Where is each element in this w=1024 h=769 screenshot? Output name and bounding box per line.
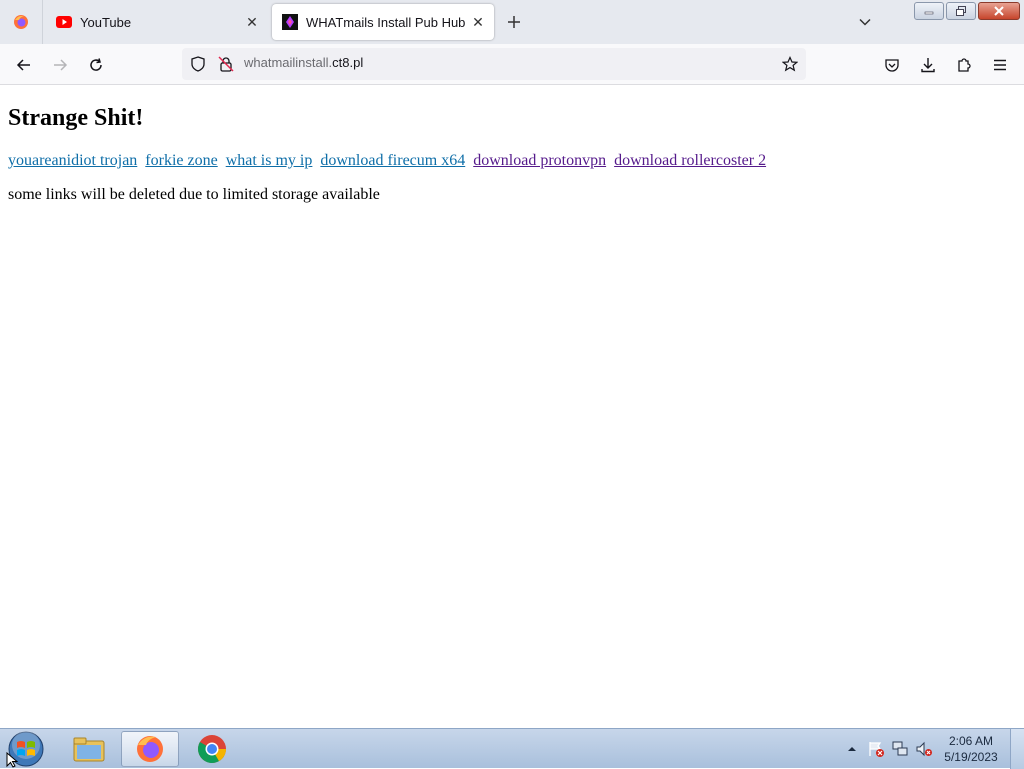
plus-icon: [508, 16, 520, 28]
link-list: youareanidiot trojan forkie zone what is…: [8, 152, 770, 170]
site-favicon-icon: [282, 14, 298, 30]
taskbar-explorer[interactable]: [60, 731, 118, 767]
pocket-button[interactable]: [877, 50, 907, 80]
back-button[interactable]: [9, 50, 39, 80]
reload-button[interactable]: [81, 50, 111, 80]
url-domain: ct8.pl: [332, 55, 364, 70]
network-tray[interactable]: [888, 737, 912, 761]
minimize-button[interactable]: [914, 2, 944, 20]
list-all-tabs-button[interactable]: [854, 11, 876, 33]
volume-tray[interactable]: [912, 737, 936, 761]
clock-time: 2:06 AM: [948, 734, 994, 748]
link-download-firecum[interactable]: download firecum x64: [320, 152, 465, 169]
system-tray: 2:06 AM 5/19/2023: [840, 729, 1024, 769]
link-download-rollercoster[interactable]: download rollercoster 2: [614, 152, 766, 169]
link-what-is-my-ip[interactable]: what is my ip: [226, 152, 313, 169]
chevron-up-icon: [848, 747, 856, 751]
system-clock[interactable]: 2:06 AM 5/19/2023: [936, 733, 1006, 765]
restore-button[interactable]: [946, 2, 976, 20]
shield-icon: [191, 56, 205, 72]
pocket-icon: [885, 59, 899, 72]
show-desktop-button[interactable]: [1010, 729, 1024, 769]
mouse-cursor-icon: [6, 752, 18, 768]
volume-muted-icon: [916, 741, 932, 757]
page-title: Strange Shit!: [8, 105, 144, 131]
clock-date: 5/19/2023: [944, 750, 998, 764]
star-icon: [782, 56, 798, 72]
link-youareanidiot-trojan[interactable]: youareanidiot trojan: [8, 152, 137, 169]
chevron-down-icon: [859, 18, 871, 26]
forward-button[interactable]: [45, 50, 75, 80]
minimize-icon: [924, 11, 934, 15]
app-menu-button[interactable]: [985, 50, 1015, 80]
hamburger-menu-icon: [994, 59, 1006, 71]
firefox-icon: [14, 15, 28, 29]
url-text[interactable]: whatmailinstall.ct8.pl: [244, 55, 363, 70]
firefox-icon: [137, 736, 163, 762]
close-window-button[interactable]: [978, 2, 1020, 20]
youtube-icon: [56, 16, 72, 28]
firefox-view-button[interactable]: [0, 0, 43, 44]
address-bar[interactable]: whatmailinstall.ct8.pl: [182, 48, 806, 80]
new-tab-button[interactable]: [503, 11, 525, 33]
downloads-button[interactable]: [913, 50, 943, 80]
tab-label: YouTube: [80, 14, 132, 30]
url-subdomain: whatmailinstall.: [244, 55, 333, 70]
insecure-lock-icon: [218, 56, 234, 72]
restore-icon: [956, 6, 966, 16]
chrome-icon: [198, 735, 226, 763]
close-tab-icon[interactable]: ✕: [468, 12, 488, 32]
network-icon: [892, 741, 908, 756]
action-center-tray[interactable]: [864, 737, 888, 761]
link-download-protonvpn[interactable]: download protonvpn: [473, 152, 606, 169]
window-controls: [914, 2, 1020, 20]
tab-whatmails[interactable]: WHATmails Install Pub Hub ✕: [272, 4, 494, 40]
page-content: Strange Shit! youareanidiot trojan forki…: [0, 86, 1024, 728]
storage-notice: some links will be deleted due to limite…: [8, 186, 380, 203]
arrow-right-icon: [54, 59, 68, 71]
taskbar-firefox[interactable]: [121, 731, 179, 767]
close-icon: [994, 6, 1004, 16]
extensions-button[interactable]: [949, 50, 979, 80]
tab-youtube[interactable]: YouTube ✕: [46, 4, 268, 40]
tab-label: WHATmails Install Pub Hub: [306, 14, 466, 30]
link-forkie-zone[interactable]: forkie zone: [145, 152, 217, 169]
taskbar-chrome[interactable]: [183, 731, 241, 767]
action-center-flag-icon: [869, 742, 884, 757]
navigation-toolbar: whatmailinstall.ct8.pl: [0, 44, 1024, 85]
arrow-left-icon: [16, 59, 30, 71]
folder-icon: [73, 737, 105, 762]
reload-icon: [90, 58, 102, 71]
bookmark-button[interactable]: [780, 54, 800, 74]
puzzle-icon: [958, 58, 971, 72]
tab-strip: YouTube ✕ WHATmails Install Pub Hub ✕: [0, 0, 1024, 44]
site-info-button[interactable]: [216, 54, 236, 74]
taskbar: 2:06 AM 5/19/2023: [0, 728, 1024, 769]
close-tab-icon[interactable]: ✕: [242, 12, 262, 32]
tracking-protection-icon[interactable]: [188, 54, 208, 74]
show-hidden-icons-button[interactable]: [840, 737, 864, 761]
download-icon: [921, 58, 935, 73]
